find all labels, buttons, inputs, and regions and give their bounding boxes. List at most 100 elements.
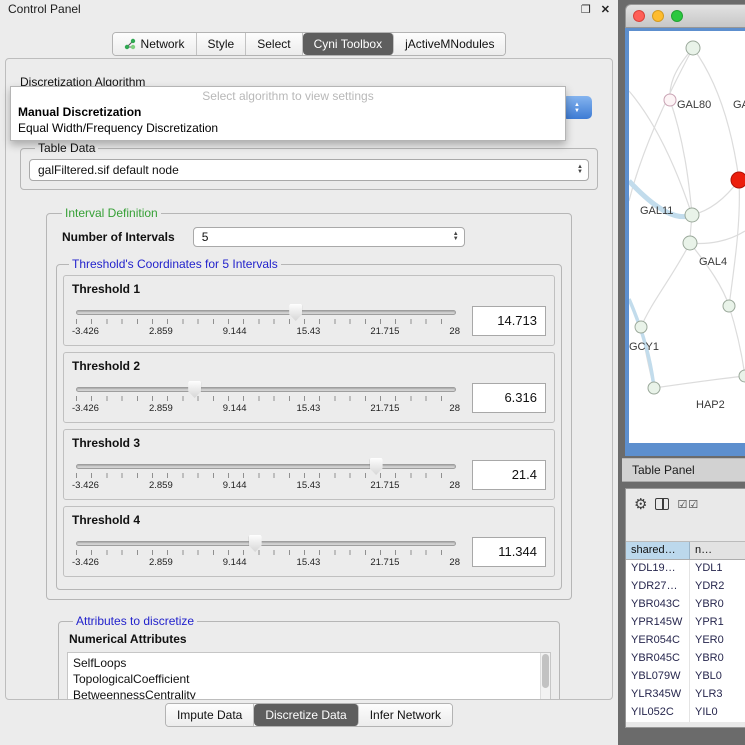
dropdown-option-equal-width-frequency[interactable]: Equal Width/Frequency Discretization [15, 120, 561, 136]
gear-icon[interactable]: ⚙ [634, 495, 647, 513]
cyni-toolbox-panel: Discretization Algorithm Table Data galF… [5, 58, 613, 700]
algorithm-combobox-stepper[interactable]: ▲▼ [562, 96, 592, 119]
tab-network[interactable]: Network [113, 33, 197, 55]
columns-icon[interactable] [655, 498, 669, 510]
threshold-slider[interactable] [76, 541, 456, 546]
attributes-group-title: Attributes to discretize [73, 614, 197, 628]
table-panel-titlebar: Table Panel [622, 458, 745, 482]
scale-label: 15.43 [297, 403, 321, 414]
network-node[interactable] [739, 370, 745, 382]
network-canvas[interactable]: GAL80 GA GAL11 GAL4 GCY1 HAP2 [629, 31, 745, 443]
tab-cyni-toolbox[interactable]: Cyni Toolbox [303, 33, 394, 55]
scale-label: 2.859 [149, 480, 173, 491]
list-scrollbar[interactable] [540, 653, 550, 700]
list-item[interactable]: BetweennessCentrality [73, 687, 538, 700]
interval-definition-title: Interval Definition [62, 206, 161, 220]
list-item[interactable]: SelfLoops [73, 655, 538, 671]
scale-label: 9.144 [223, 557, 247, 568]
slider-scale: -3.4262.8599.14415.4321.71528 [72, 403, 460, 414]
number-of-intervals-combobox[interactable]: 5 ▲▼ [193, 227, 465, 247]
scale-label: 9.144 [223, 326, 247, 337]
node-label: GAL11 [640, 205, 673, 217]
table-body: YDL19…YDL1YDR27…YDR2YBR043CYBR0YPR145WYP… [626, 560, 745, 722]
table-data-combobox[interactable]: galFiltered.sif default node ▲▼ [29, 159, 589, 181]
table-cell: YLR345W [626, 686, 690, 704]
network-node[interactable] [723, 300, 735, 312]
network-node[interactable] [664, 94, 676, 106]
threshold-value-field[interactable]: 21.4 [472, 460, 546, 490]
dropdown-option-manual-discretization[interactable]: Manual Discretization [15, 104, 561, 120]
scale-label: 28 [449, 326, 460, 337]
tab-label: Infer Network [370, 708, 441, 722]
tab-label: Discretize Data [265, 708, 346, 722]
network-view-window: GAL80 GA GAL11 GAL4 GCY1 HAP2 [625, 4, 745, 456]
scale-label: -3.426 [72, 480, 99, 491]
network-node[interactable] [635, 321, 647, 333]
table-panel-window: ⚙ ☑☑ shared… n… YDL19…YDL1YDR27…YDR2YBR0… [625, 488, 745, 728]
numerical-attributes-list[interactable]: SelfLoopsTopologicalCoefficientBetweenne… [67, 652, 551, 700]
network-node[interactable] [686, 41, 700, 55]
table-row[interactable]: YER054CYER0 [626, 632, 745, 650]
table-cell: YER0 [690, 632, 745, 650]
table-row[interactable]: YBR045CYBR0 [626, 650, 745, 668]
scale-label: 28 [449, 480, 460, 491]
table-row[interactable]: YBR043CYBR0 [626, 596, 745, 614]
threshold-slider[interactable] [76, 387, 456, 392]
tab-infer-network[interactable]: Infer Network [359, 704, 452, 726]
float-window-icon[interactable]: ❐ [581, 3, 591, 16]
table-cell: YBR0 [690, 596, 745, 614]
threshold-value-field[interactable]: 11.344 [472, 537, 546, 567]
tab-discretize-data[interactable]: Discretize Data [254, 704, 358, 726]
slider-ticks [76, 473, 456, 478]
checkbox-icons[interactable]: ☑☑ [677, 498, 699, 511]
thresholds-group-title: Threshold's Coordinates for 5 Intervals [69, 257, 281, 271]
thresholds-group: Threshold's Coordinates for 5 Intervals … [56, 257, 562, 590]
combobox-stepper-icon[interactable]: ▲▼ [572, 165, 588, 175]
mac-zoom-button[interactable] [671, 10, 683, 22]
threshold-panel: Threshold 4 -3.4262.8599.14415.4321.7152… [63, 506, 555, 577]
table-row[interactable]: YDR27…YDR2 [626, 578, 745, 596]
table-row[interactable]: YBL079WYBL0 [626, 668, 745, 686]
scale-label: 2.859 [149, 403, 173, 414]
node-label: GCY1 [629, 341, 659, 353]
network-node[interactable] [648, 382, 660, 394]
tab-select[interactable]: Select [246, 33, 302, 55]
slider-ticks [76, 319, 456, 324]
table-cell: YDR27… [626, 578, 690, 596]
thresholds-list: Threshold 1 -3.4262.8599.14415.4321.7152… [63, 275, 555, 577]
close-icon[interactable]: ✕ [601, 3, 610, 16]
tab-style[interactable]: Style [197, 33, 247, 55]
mac-close-button[interactable] [633, 10, 645, 22]
tab-impute-data[interactable]: Impute Data [166, 704, 254, 726]
table-row[interactable]: YLR345WYLR3 [626, 686, 745, 704]
threshold-value-field[interactable]: 14.713 [472, 306, 546, 336]
table-cell: YER054C [626, 632, 690, 650]
list-item[interactable]: TopologicalCoefficient [73, 671, 538, 687]
table-cell: YDR2 [690, 578, 745, 596]
mac-minimize-button[interactable] [652, 10, 664, 22]
column-header-name[interactable]: n… [690, 542, 745, 559]
threshold-slider[interactable] [76, 464, 456, 469]
network-node-red[interactable] [731, 172, 745, 188]
network-node[interactable] [683, 236, 697, 250]
tab-jactivemnodules[interactable]: jActiveMNodules [394, 33, 505, 55]
node-label: GAL4 [699, 256, 727, 268]
table-cell: YBL0 [690, 668, 745, 686]
threshold-value-field[interactable]: 6.316 [472, 383, 546, 413]
table-row[interactable]: YDL19…YDL1 [626, 560, 745, 578]
combobox-stepper-icon[interactable]: ▲▼ [448, 232, 464, 242]
column-header-shared-name[interactable]: shared… [626, 542, 690, 559]
threshold-slider[interactable] [76, 310, 456, 315]
table-data-value: galFiltered.sif default node [30, 163, 572, 177]
scrollbar-thumb[interactable] [542, 654, 549, 688]
numerical-attributes-label: Numerical Attributes [69, 632, 551, 646]
top-tab-bar: Network Style Select Cyni Toolbox jActiv… [0, 32, 618, 56]
threshold-label: Threshold 4 [72, 513, 546, 527]
table-cell: YDL1 [690, 560, 745, 578]
threshold-panel: Threshold 1 -3.4262.8599.14415.4321.7152… [63, 275, 555, 346]
network-node[interactable] [685, 208, 699, 222]
table-row[interactable]: YIL052CYIL0 [626, 704, 745, 722]
slider-ticks [76, 550, 456, 555]
table-cell: YBR043C [626, 596, 690, 614]
table-row[interactable]: YPR145WYPR1 [626, 614, 745, 632]
